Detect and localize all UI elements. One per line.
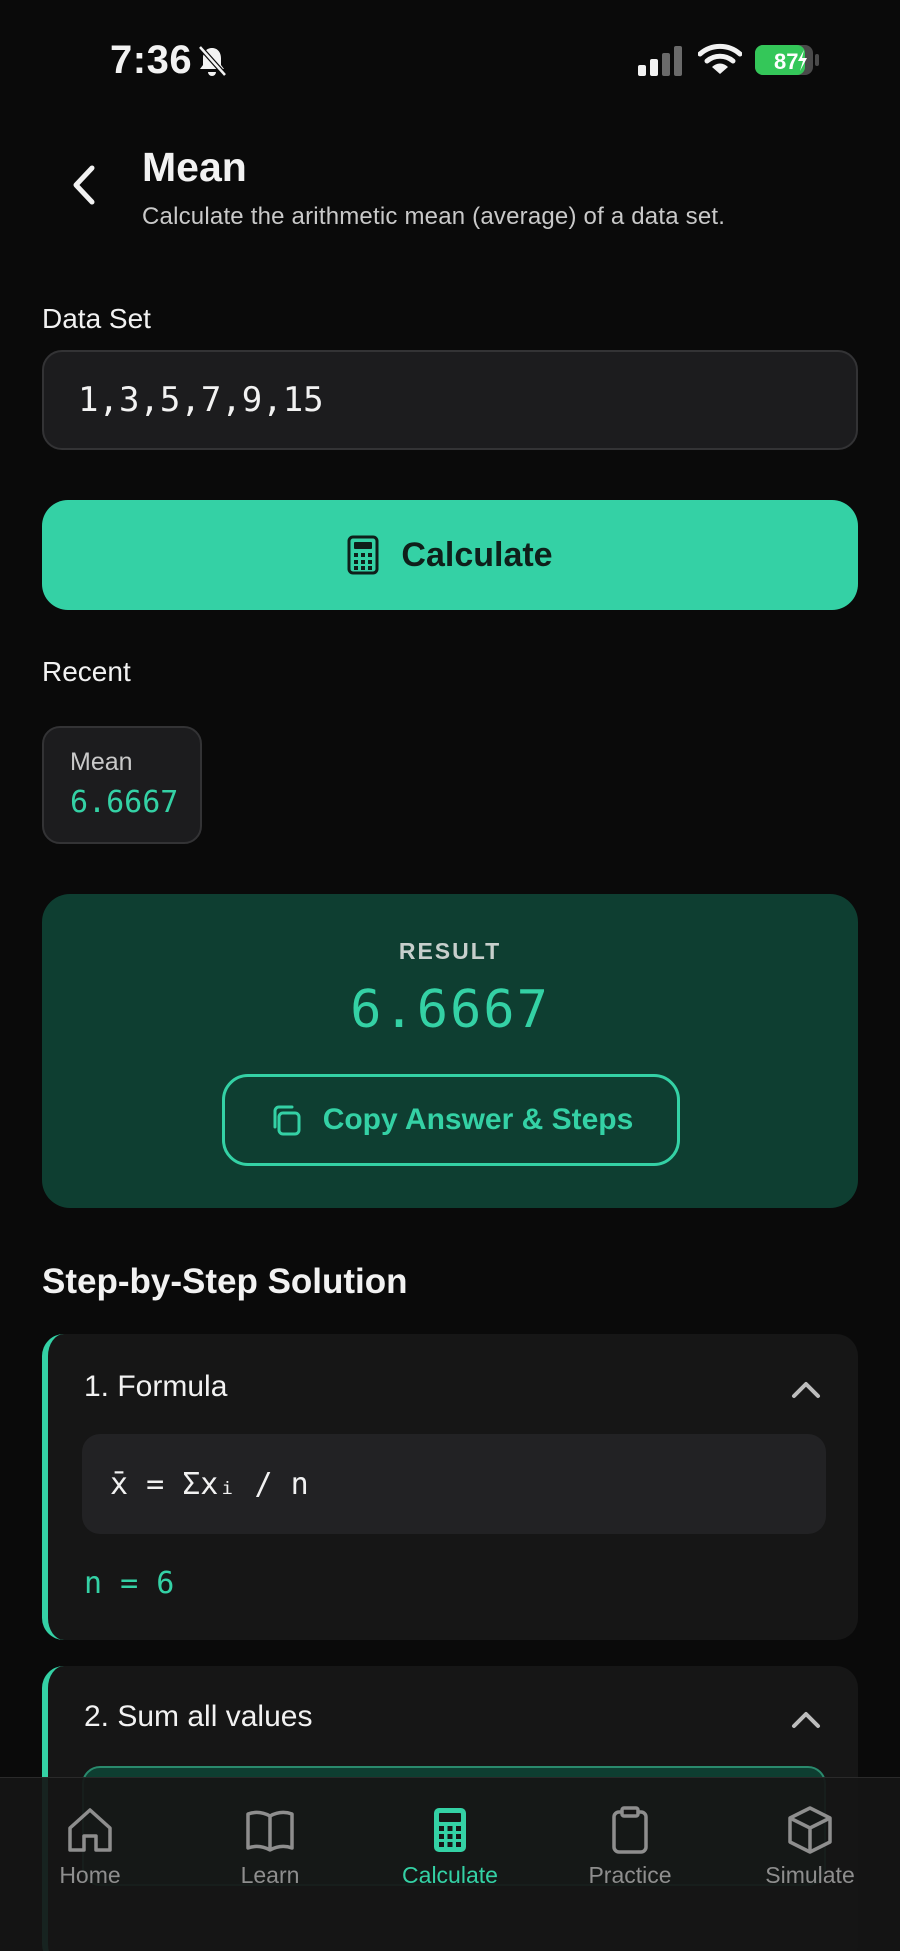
battery-indicator: 87 xyxy=(754,44,820,76)
book-icon xyxy=(246,1810,294,1852)
recent-label: Recent xyxy=(42,656,131,687)
tab-label: Practice xyxy=(588,1862,672,1888)
battery-icon: 87 xyxy=(755,45,819,75)
tab-calculate[interactable]: Calculate xyxy=(380,1804,520,1889)
status-bar: 7:36 87 xyxy=(0,0,900,120)
copy-icon xyxy=(273,1105,301,1136)
battery-level: 87 xyxy=(774,49,798,74)
tab-label: Calculate xyxy=(402,1862,498,1888)
step-note: n = 6 xyxy=(84,1566,175,1601)
step-card: 1. Formula x̄ = Σxᵢ / n n = 6 xyxy=(42,1334,858,1640)
tab-practice[interactable]: Practice xyxy=(560,1804,700,1889)
tab-learn[interactable]: Learn xyxy=(200,1804,340,1889)
status-time: 7:36 xyxy=(110,38,193,82)
formula-box: x̄ = Σxᵢ / n xyxy=(82,1434,826,1534)
page-subtitle: Calculate the arithmetic mean (average) … xyxy=(142,203,726,230)
calculator-icon xyxy=(434,1808,466,1852)
tab-simulate[interactable]: Simulate xyxy=(740,1804,880,1889)
recent-item-value: 6.6667 xyxy=(70,785,179,820)
recent-item-name: Mean xyxy=(70,748,133,776)
wifi-icon xyxy=(698,43,742,74)
result-value: 6.6667 xyxy=(350,980,550,1040)
solution-title: Step-by-Step Solution xyxy=(42,1262,408,1301)
calculator-icon xyxy=(347,535,379,575)
data-set-label: Data Set xyxy=(42,303,151,334)
result-label: RESULT xyxy=(398,938,502,964)
clipboard-icon xyxy=(612,1806,648,1854)
chevron-up-icon[interactable] xyxy=(790,1378,822,1400)
bell-muted-icon xyxy=(198,45,227,77)
tab-label: Simulate xyxy=(765,1862,855,1888)
data-set-input[interactable]: 1,3,5,7,9,15 xyxy=(42,350,858,450)
step-title[interactable]: 1. Formula xyxy=(84,1370,227,1404)
tab-bar: Home Learn Calculate Practice Simulate xyxy=(0,1777,900,1951)
calculate-label: Calculate xyxy=(401,535,553,574)
tab-label: Home xyxy=(59,1862,121,1888)
tab-home[interactable]: Home xyxy=(20,1804,160,1889)
chevron-up-icon[interactable] xyxy=(790,1708,822,1730)
copy-answer-button[interactable]: Copy Answer & Steps xyxy=(222,1074,680,1166)
recent-item[interactable]: Mean 6.6667 xyxy=(42,726,202,844)
step-title[interactable]: 2. Sum all values xyxy=(84,1700,312,1734)
signal-icon xyxy=(638,46,682,76)
home-icon xyxy=(68,1808,112,1852)
result-card: RESULT 6.6667 Copy Answer & Steps xyxy=(42,894,858,1208)
back-chevron-icon[interactable] xyxy=(62,160,106,210)
copy-answer-label: Copy Answer & Steps xyxy=(322,1103,634,1136)
tab-label: Learn xyxy=(240,1862,300,1888)
page-title: Mean xyxy=(142,144,247,190)
calculate-button[interactable]: Calculate xyxy=(42,500,858,610)
cube-icon xyxy=(788,1806,832,1854)
